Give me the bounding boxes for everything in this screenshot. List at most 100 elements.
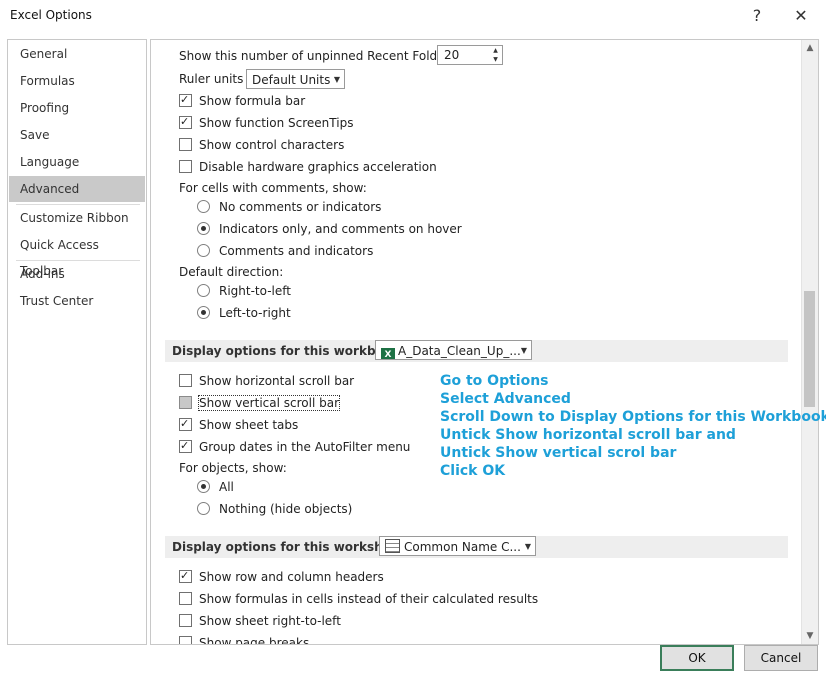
option-label: Group dates in the AutoFilter menu xyxy=(199,440,411,454)
recent-folders-spinner[interactable]: 20 ▲ ▼ xyxy=(437,45,503,65)
show-headers-checkbox[interactable] xyxy=(179,567,192,585)
recent-folders-value: 20 xyxy=(444,48,460,62)
disable-hw-accel-checkbox[interactable] xyxy=(179,160,192,173)
tutorial-annotation: Go to Options Select Advanced Scroll Dow… xyxy=(440,372,826,480)
show-sheet-tabs-checkbox[interactable] xyxy=(179,415,192,433)
rtl-option[interactable]: Right-to-left xyxy=(197,282,291,300)
scroll-up-icon[interactable]: ▲ xyxy=(802,40,818,56)
indicators-only-option[interactable]: Indicators only, and comments on hover xyxy=(197,220,462,238)
option-label: Comments and indicators xyxy=(219,244,374,258)
annotation-line: Go to Options xyxy=(440,373,549,389)
spinner-arrows-icon[interactable]: ▲ ▼ xyxy=(489,46,502,64)
option-label: Indicators only, and comments on hover xyxy=(219,222,462,236)
show-formulas-option[interactable]: Show formulas in cells instead of their … xyxy=(179,590,538,608)
no-comments-option[interactable]: No comments or indicators xyxy=(197,198,381,216)
option-label: Left-to-right xyxy=(219,306,291,320)
sidebar-item-save[interactable]: Save xyxy=(9,122,145,148)
show-screentips-option[interactable]: Show function ScreenTips xyxy=(179,113,354,132)
comments-group-label: For cells with comments, show: xyxy=(179,181,367,195)
option-label: Show sheet tabs xyxy=(199,418,299,432)
sidebar-item-add-ins[interactable]: Add-ins xyxy=(9,261,145,287)
no-comments-radio[interactable] xyxy=(197,200,210,213)
sidebar-item-formulas[interactable]: Formulas xyxy=(9,68,145,94)
show-hscroll-checkbox[interactable] xyxy=(179,374,192,387)
section-label: Display options for this worksheet: xyxy=(172,540,410,554)
workbook-name: A_Data_Clean_Up_... xyxy=(398,344,521,358)
show-formula-bar-checkbox[interactable] xyxy=(179,91,192,109)
default-direction-label: Default direction: xyxy=(179,265,284,279)
chevron-down-icon: ▼ xyxy=(333,75,340,84)
show-hscroll-option[interactable]: Show horizontal scroll bar xyxy=(179,372,354,390)
show-control-chars-option[interactable]: Show control characters xyxy=(179,136,344,154)
help-button[interactable]: ? xyxy=(744,4,770,28)
rtl-radio[interactable] xyxy=(197,284,210,297)
option-label: Show row and column headers xyxy=(199,570,384,584)
chevron-down-icon: ▼ xyxy=(524,542,531,551)
option-label: Show function ScreenTips xyxy=(199,116,354,130)
disable-hw-accel-option[interactable]: Disable hardware graphics acceleration xyxy=(179,158,437,176)
scroll-down-icon[interactable]: ▼ xyxy=(802,628,818,644)
show-page-breaks-option[interactable]: Show page breaks xyxy=(179,634,310,645)
option-label: Nothing (hide objects) xyxy=(219,502,353,516)
show-rtl-option[interactable]: Show sheet right-to-left xyxy=(179,612,341,630)
show-control-chars-checkbox[interactable] xyxy=(179,138,192,151)
worksheet-selector-dropdown[interactable]: Common Name C... ▼ xyxy=(379,536,536,556)
objects-nothing-radio[interactable] xyxy=(197,502,210,515)
recent-folders-label: Show this number of unpinned Recent Fold… xyxy=(179,49,460,63)
option-label: Disable hardware graphics acceleration xyxy=(199,160,437,174)
close-icon[interactable]: ✕ xyxy=(788,4,814,28)
workbook-selector-dropdown[interactable]: X A_Data_Clean_Up_... ▼ xyxy=(375,340,532,360)
objects-nothing-option[interactable]: Nothing (hide objects) xyxy=(197,500,352,518)
show-headers-option[interactable]: Show row and column headers xyxy=(179,567,384,586)
comments-and-indicators-radio[interactable] xyxy=(197,244,210,257)
option-label: Right-to-left xyxy=(219,284,291,298)
ltr-radio[interactable] xyxy=(197,306,210,319)
excel-icon: X xyxy=(381,348,395,359)
ltr-option[interactable]: Left-to-right xyxy=(197,304,291,322)
sidebar-item-customize-ribbon[interactable]: Customize Ribbon xyxy=(9,205,145,231)
sidebar-item-trust-center[interactable]: Trust Center xyxy=(9,288,145,314)
ruler-units-value: Default Units xyxy=(252,73,331,87)
advanced-options-panel: Show this number of unpinned Recent Fold… xyxy=(150,39,819,645)
annotation-line: Click OK xyxy=(440,463,506,479)
objects-all-option[interactable]: All xyxy=(197,478,234,496)
chevron-down-icon: ▼ xyxy=(520,346,527,355)
worksheet-name: Common Name C... xyxy=(404,540,521,554)
objects-all-radio[interactable] xyxy=(197,480,210,493)
annotation-line: Select Advanced xyxy=(440,391,571,407)
show-formulas-checkbox[interactable] xyxy=(179,592,192,605)
ok-button[interactable]: OK xyxy=(660,645,734,671)
ruler-units-dropdown[interactable]: Default Units ▼ xyxy=(246,69,345,89)
show-rtl-checkbox[interactable] xyxy=(179,614,192,627)
group-dates-option[interactable]: Group dates in the AutoFilter menu xyxy=(179,437,411,456)
sidebar-item-language[interactable]: Language xyxy=(9,149,145,175)
show-vscroll-checkbox[interactable] xyxy=(179,396,192,409)
sidebar-item-proofing[interactable]: Proofing xyxy=(9,95,145,121)
sheet-icon xyxy=(385,539,400,553)
indicators-only-radio[interactable] xyxy=(197,222,210,235)
annotation-line: Untick Show vertical scrol bar xyxy=(440,445,677,461)
vertical-scrollbar[interactable]: ▲ ▼ xyxy=(801,40,818,644)
sidebar-item-advanced[interactable]: Advanced xyxy=(9,176,145,202)
show-vscroll-option[interactable]: Show vertical scroll bar xyxy=(179,394,340,412)
show-screentips-checkbox[interactable] xyxy=(179,113,192,131)
show-page-breaks-checkbox[interactable] xyxy=(179,636,192,644)
option-label: Show sheet right-to-left xyxy=(199,614,341,628)
group-dates-checkbox[interactable] xyxy=(179,437,192,455)
window-title: Excel Options xyxy=(10,8,92,22)
option-label: Show page breaks xyxy=(199,636,310,645)
ruler-units-label: Ruler units xyxy=(179,72,244,86)
option-label: Show horizontal scroll bar xyxy=(199,374,355,388)
section-label: Display options for this workbook: xyxy=(172,344,405,358)
show-formula-bar-option[interactable]: Show formula bar xyxy=(179,91,306,110)
option-label: No comments or indicators xyxy=(219,200,382,214)
show-sheet-tabs-option[interactable]: Show sheet tabs xyxy=(179,415,299,434)
cancel-button[interactable]: Cancel xyxy=(744,645,818,671)
sidebar-item-quick-access-toolbar[interactable]: Quick Access Toolbar xyxy=(9,232,145,278)
sidebar-item-general[interactable]: General xyxy=(9,41,145,67)
option-label: All xyxy=(219,480,234,494)
option-label: Show formula bar xyxy=(199,94,306,108)
title-bar: Excel Options ? ✕ xyxy=(0,0,826,32)
options-sidebar: General Formulas Proofing Save Language … xyxy=(7,39,147,645)
comments-and-indicators-option[interactable]: Comments and indicators xyxy=(197,242,373,260)
